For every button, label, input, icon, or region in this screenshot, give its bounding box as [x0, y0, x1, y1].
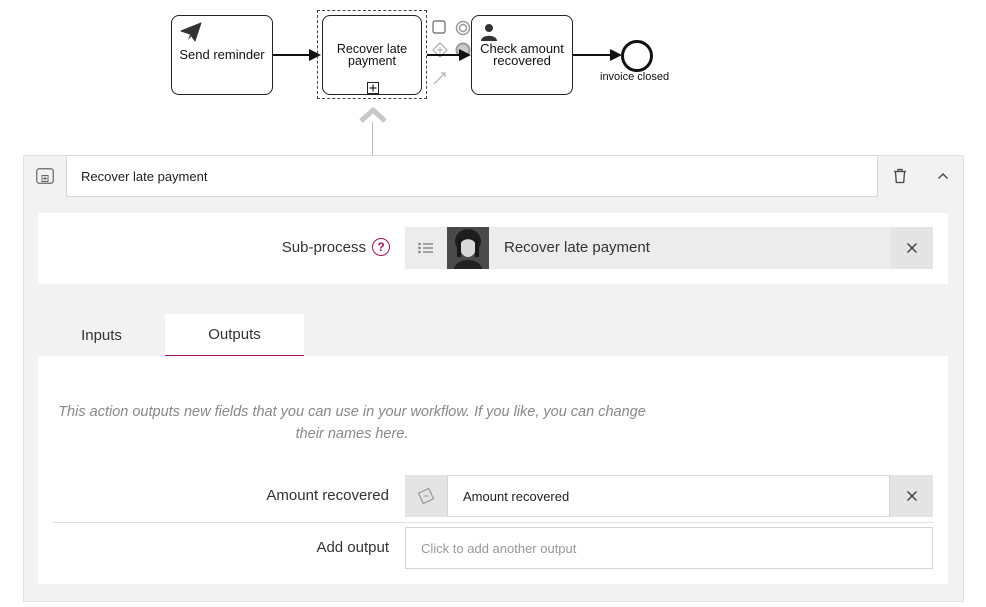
add-output-label: Add output — [316, 539, 389, 556]
output-name-input[interactable]: Amount recovered — [447, 475, 890, 517]
panel-connector-line — [372, 122, 373, 155]
subprocess-picker[interactable]: Recover late payment — [405, 227, 933, 269]
avatar — [447, 227, 489, 269]
output-field-label: Amount recovered — [266, 487, 389, 504]
collapse-button[interactable] — [921, 155, 964, 197]
task-recover-late-payment[interactable]: Recover late payment — [322, 15, 422, 95]
user-icon — [481, 24, 497, 41]
chevron-up-icon — [937, 173, 948, 179]
tab-outputs[interactable]: Outputs — [165, 314, 304, 356]
plus-square-icon — [367, 82, 379, 94]
tab-inputs[interactable]: Inputs — [38, 314, 165, 356]
sequence-flow — [573, 54, 613, 56]
tag-icon — [417, 487, 435, 505]
subprocess-label-group: Sub-process ? — [200, 238, 390, 256]
help-icon[interactable]: ? — [372, 238, 390, 256]
subprocess-icon — [35, 168, 54, 184]
context-pad-event-icon[interactable] — [455, 20, 471, 36]
remove-output-button[interactable] — [890, 475, 933, 517]
panel-type-cell — [23, 155, 66, 197]
trash-icon — [893, 168, 906, 184]
outputs-info-text: This action outputs new fields that you … — [58, 404, 646, 442]
close-icon — [906, 490, 917, 502]
end-event[interactable] — [621, 40, 653, 72]
arrowhead — [459, 49, 471, 61]
add-output-input[interactable]: Click to add another output — [405, 527, 933, 569]
sequence-flow — [427, 54, 461, 56]
task-check-amount-recovered[interactable]: Check amount recovered — [471, 15, 573, 95]
task-recover-label: Recover late payment — [336, 42, 408, 68]
context-pad-connect-icon[interactable] — [432, 70, 448, 86]
field-type-button[interactable] — [405, 475, 447, 517]
end-event-label: invoice closed — [600, 71, 670, 83]
tab-outputs-label: Outputs — [208, 326, 261, 343]
output-name-value: Amount recovered — [463, 488, 570, 504]
delete-button[interactable] — [878, 155, 921, 197]
chevron-up-icon — [359, 107, 387, 123]
subprocess-selected-name: Recover late payment — [504, 239, 650, 256]
task-send-reminder[interactable]: Send reminder — [171, 15, 273, 95]
row-divider — [53, 522, 933, 523]
add-output-placeholder: Click to add another output — [421, 540, 577, 556]
element-name-input[interactable]: Recover late payment — [66, 155, 878, 197]
task-send-reminder-label: Send reminder — [179, 47, 265, 62]
close-icon — [906, 242, 918, 254]
clear-subprocess-button[interactable] — [891, 227, 933, 269]
list-button[interactable] — [405, 227, 447, 269]
list-icon — [418, 242, 433, 254]
context-pad-task-icon[interactable] — [432, 20, 446, 34]
task-check-amount-label: Check amount recovered — [480, 41, 564, 68]
paper-plane-icon — [180, 22, 202, 42]
tab-inputs-label: Inputs — [81, 326, 122, 344]
subprocess-label: Sub-process — [281, 238, 366, 256]
sequence-flow — [273, 54, 311, 56]
